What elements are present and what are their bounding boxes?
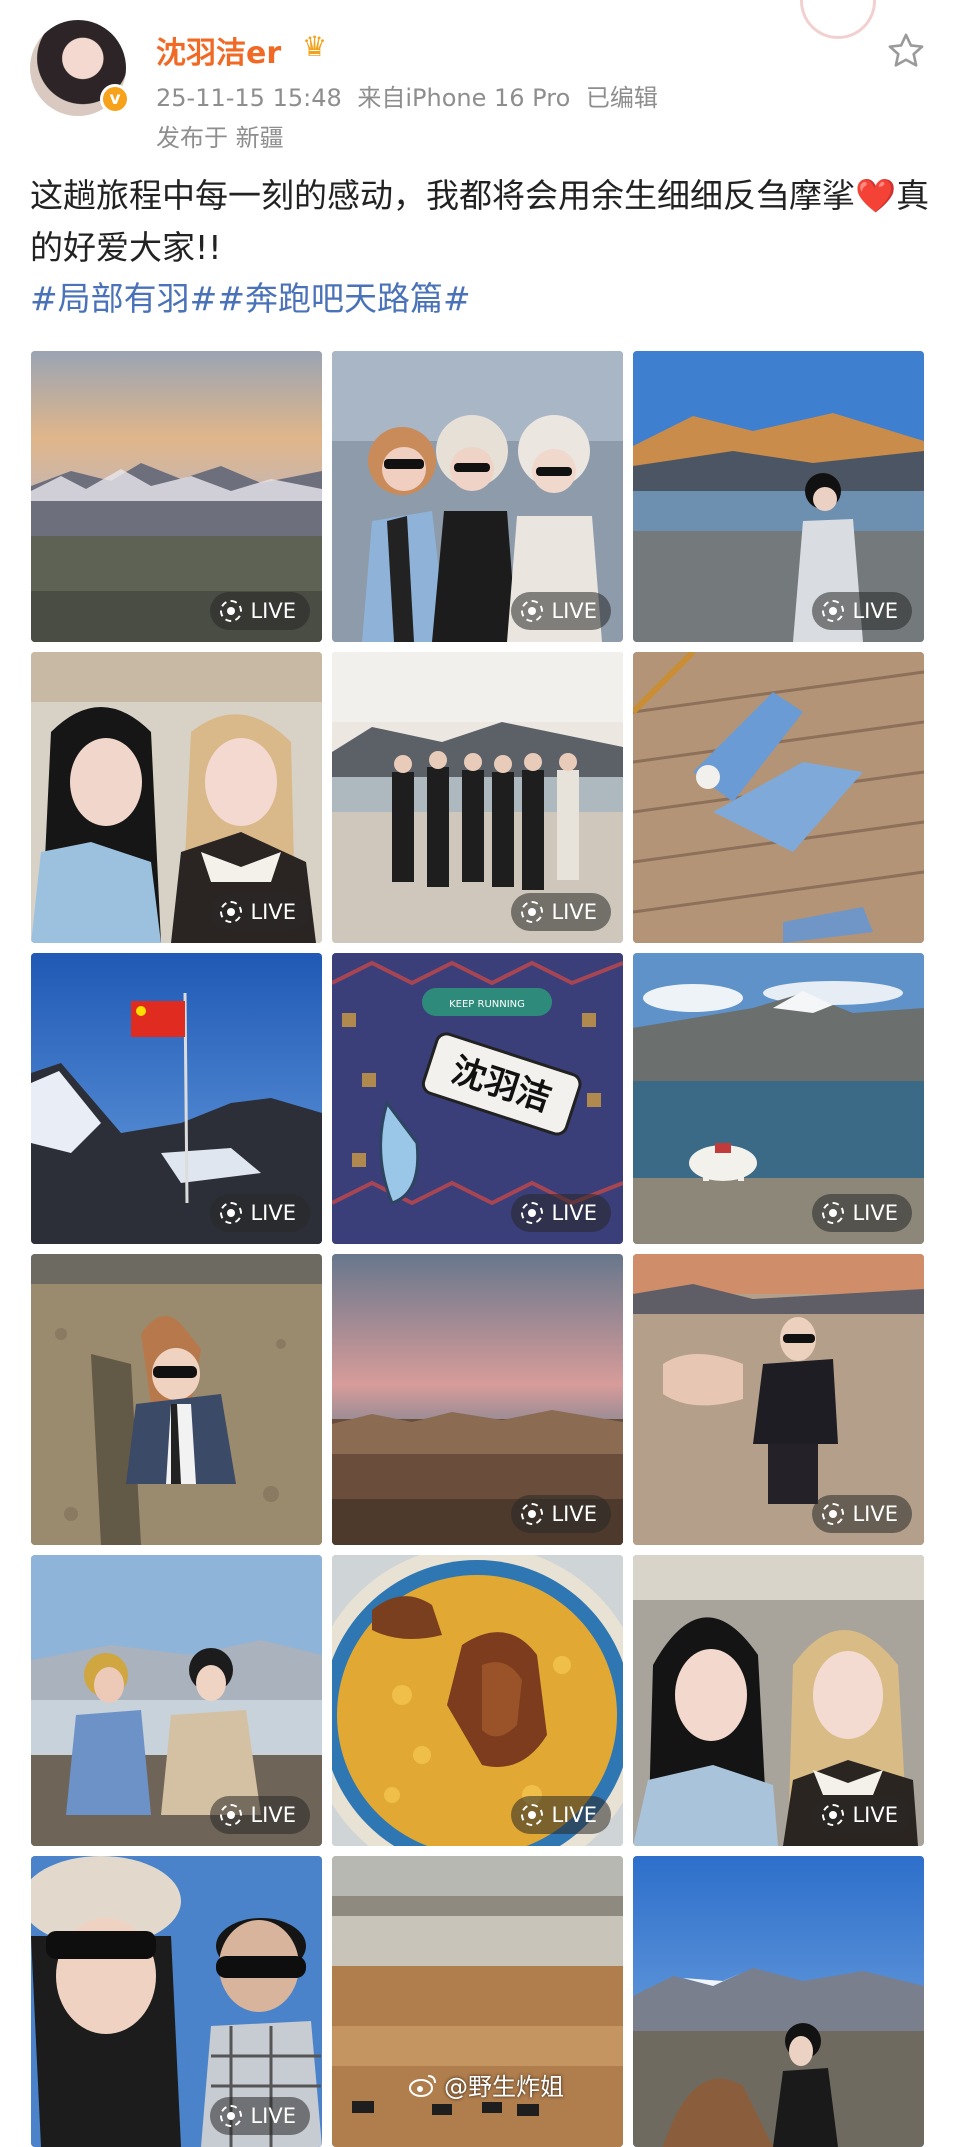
live-badge[interactable]: LIVE [210,592,310,630]
live-label: LIVE [551,900,597,924]
photo-woman-lake [633,1856,924,2147]
live-icon [822,1202,845,1224]
watermark: @野生炸姐 [408,2067,564,2102]
live-label: LIVE [250,2104,296,2128]
photo-grid: LIVE LIVE LIVE LIVE LIVE LIVE KEEP RUNNI… [31,351,925,2147]
live-badge[interactable]: LIVE [812,592,912,630]
photo-tile[interactable]: LIVE [332,652,623,943]
live-badge[interactable]: LIVE [812,1495,912,1533]
live-icon [220,2105,243,2127]
live-icon [822,600,845,622]
post-meta: 25-11-15 15:48 来自iPhone 16 Pro 已编辑 [156,78,666,113]
username[interactable]: 沈羽洁er [156,28,281,72]
photo-tile[interactable]: LIVE [332,1555,623,1846]
live-icon [220,1202,243,1224]
live-label: LIVE [551,1201,597,1225]
live-badge[interactable]: LIVE [210,1194,310,1232]
live-label: LIVE [551,1502,597,1526]
live-badge[interactable]: LIVE [511,1194,611,1232]
live-label: LIVE [250,599,296,623]
live-label: LIVE [551,1803,597,1827]
photo-grassland [332,1856,623,2147]
photo-tile[interactable]: LIVE [633,1254,924,1545]
live-icon [220,901,243,923]
live-badge[interactable]: LIVE [812,1796,912,1834]
live-label: LIVE [250,1803,296,1827]
live-icon [521,600,544,622]
live-icon [822,1804,845,1826]
live-label: LIVE [852,1803,898,1827]
photo-tile[interactable]: LIVE [31,953,322,1244]
live-badge[interactable]: LIVE [511,1796,611,1834]
live-icon [521,1804,544,1826]
hashtag-link[interactable]: #奔跑吧天路篇# [217,279,470,318]
heart-emoji: ❤️ [855,176,897,215]
live-label: LIVE [250,1201,296,1225]
crown-icon: ♛ [302,30,328,63]
photo-tile[interactable]: LIVE [31,351,322,642]
photo-tile[interactable]: LIVE [332,351,623,642]
live-label: LIVE [551,599,597,623]
live-icon [220,1804,243,1826]
post-date: 25-11-15 15:48 [156,84,342,112]
photo-tile[interactable]: LIVE [31,1555,322,1846]
photo-tile[interactable]: KEEP RUNNING 沈羽洁 LIVE [332,953,623,1244]
star-icon[interactable] [885,30,927,72]
photo-lying-deck [633,652,924,943]
live-icon [521,1503,544,1525]
live-label: LIVE [852,599,898,623]
photo-tile[interactable] [332,1856,623,2147]
stamp-decoration [800,0,876,39]
photo-tile[interactable] [633,652,924,943]
photo-tile[interactable]: LIVE [633,351,924,642]
live-badge[interactable]: LIVE [210,1796,310,1834]
live-label: LIVE [852,1502,898,1526]
verified-badge-icon: v [100,84,130,114]
post-location: 发布于 新疆 [156,124,284,152]
edited-label[interactable]: 已编辑 [586,84,658,112]
post-text: 这趟旅程中每一刻的感动，我都将会用余生细细反刍摩挲❤️真的好爱大家!! [30,170,930,274]
live-icon [822,1503,845,1525]
live-icon [521,1202,544,1224]
live-badge[interactable]: LIVE [812,1194,912,1232]
photo-tile[interactable]: LIVE [31,1856,322,2147]
live-badge[interactable]: LIVE [511,893,611,931]
weibo-logo-icon [409,2074,436,2097]
hashtag-link[interactable]: #局部有羽# [30,279,217,318]
photo-tile[interactable]: LIVE [31,652,322,943]
live-badge[interactable]: LIVE [511,592,611,630]
photo-tile[interactable]: LIVE [633,1555,924,1846]
live-label: LIVE [250,900,296,924]
live-icon [521,901,544,923]
post-device: 来自iPhone 16 Pro [357,84,571,112]
post-text-main: 这趟旅程中每一刻的感动，我都将会用余生细细反刍摩挲 [30,176,855,215]
photo-tile[interactable] [31,1254,322,1545]
live-badge[interactable]: LIVE [511,1495,611,1533]
photo-tile[interactable] [633,1856,924,2147]
photo-tile[interactable]: LIVE [633,953,924,1244]
live-icon [220,600,243,622]
keep-running-text: KEEP RUNNING [449,999,525,1010]
live-label: LIVE [852,1201,898,1225]
photo-desert-selfie [31,1254,322,1545]
hashtags: #局部有羽##奔跑吧天路篇# [30,272,471,320]
watermark-text: @野生炸姐 [444,2073,564,2101]
live-badge[interactable]: LIVE [210,893,310,931]
live-badge[interactable]: LIVE [210,2097,310,2135]
avatar[interactable]: v [30,20,130,116]
photo-tile[interactable]: LIVE [332,1254,623,1545]
